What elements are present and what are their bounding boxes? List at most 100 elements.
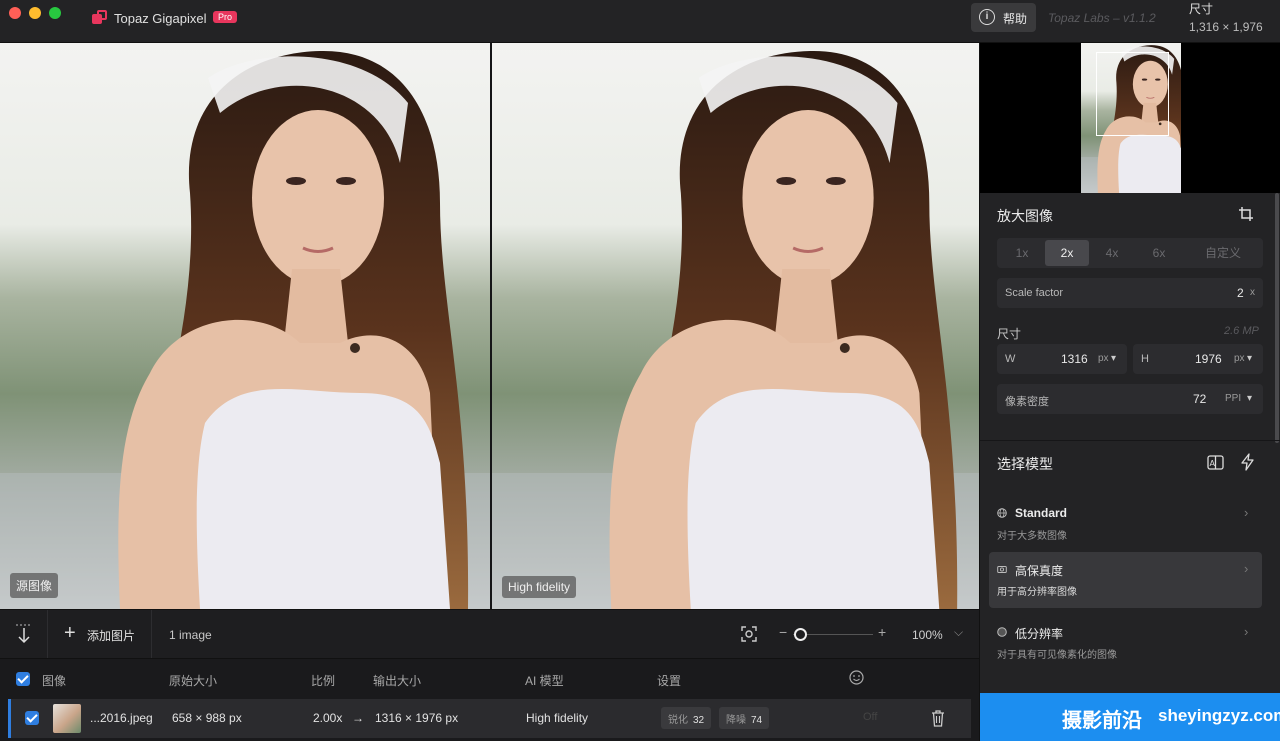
help-button[interactable]: i 帮助	[971, 3, 1036, 32]
table-row[interactable]: ...2016.jpeg 658 × 988 px 2.00x → 1316 ×…	[8, 699, 971, 738]
row-original-size: 658 × 988 px	[172, 711, 242, 725]
denoise-value: 74	[751, 715, 763, 726]
zoom-level: 100%	[912, 628, 943, 642]
row-filename: ...2016.jpeg	[90, 711, 153, 725]
col-header-image: 图像	[42, 674, 67, 688]
scale-factor-value: 2	[1237, 286, 1244, 300]
zoom-in-button[interactable]: +	[878, 624, 886, 640]
crop-icon[interactable]	[1238, 206, 1254, 222]
minimize-window-button[interactable]	[29, 7, 41, 19]
height-field[interactable]: H 1976 px ▾	[1133, 344, 1263, 374]
col-header-output: 输出大小	[373, 674, 422, 688]
close-window-button[interactable]	[9, 7, 21, 19]
width-field[interactable]: W 1316 px ▾	[997, 344, 1127, 374]
pixel-circle-icon	[997, 627, 1007, 637]
scale-factor-unit: x	[1250, 287, 1255, 298]
sharpen-value: 32	[693, 715, 705, 726]
height-unit[interactable]: px	[1234, 353, 1245, 364]
model-name: 低分辨率	[1015, 627, 1064, 641]
model-item-low-resolution[interactable]: 低分辨率 对于具有可见像素化的图像 ›	[989, 615, 1262, 671]
col-header-settings: 设置	[657, 674, 682, 688]
original-image-pane[interactable]: 源图像	[0, 43, 490, 609]
model-name: 高保真度	[1015, 564, 1064, 578]
scale-custom[interactable]: 自定义	[1187, 240, 1259, 266]
model-name: Standard	[1015, 506, 1068, 520]
row-checkbox[interactable]	[25, 711, 39, 725]
import-down-arrow-icon	[16, 624, 32, 644]
trash-icon[interactable]	[931, 709, 945, 727]
scale-factor-field[interactable]: Scale factor 2 x	[997, 278, 1263, 308]
ppi-field[interactable]: 像素密度 72 PPI ▾	[997, 384, 1263, 414]
ppi-unit[interactable]: PPI	[1225, 393, 1241, 404]
import-button[interactable]	[0, 610, 48, 658]
watermark-banner: 摄影前沿 sheyingzyz.com	[980, 693, 1280, 741]
navigator-viewport-box[interactable]	[1096, 52, 1169, 136]
zoom-window-button[interactable]	[49, 7, 61, 19]
row-arrow-icon: →	[352, 711, 364, 725]
model-section-title: 选择模型	[997, 456, 1053, 472]
scale-2x[interactable]: 2x	[1045, 240, 1089, 266]
scale-factor-label: Scale factor	[1005, 287, 1064, 299]
pro-badge: Pro	[213, 11, 238, 23]
zoom-dropdown-chevron-icon[interactable]: ⌵	[954, 625, 963, 640]
upscale-section-title: 放大图像	[997, 208, 1053, 224]
model-item-standard[interactable]: Standard 对于大多数图像 ›	[989, 496, 1262, 552]
preview-image	[492, 43, 979, 609]
app-version: Topaz Labs – v1.1.2	[1048, 11, 1156, 25]
chevron-right-icon: ›	[1244, 561, 1249, 576]
model-item-high-fidelity[interactable]: 高保真度 用于高分辨率图像 ›	[989, 552, 1262, 608]
auto-bolt-icon[interactable]	[1240, 453, 1255, 471]
app-logo-icon	[92, 10, 108, 26]
height-unit-chevron-icon[interactable]: ▾	[1247, 353, 1252, 364]
output-size-title: 尺寸	[1189, 2, 1214, 16]
plus-icon: +	[64, 622, 76, 644]
original-pane-label: 源图像	[10, 573, 59, 598]
sidebar-scrollbar[interactable]	[1275, 193, 1279, 443]
face-recovery-status: Off	[863, 711, 878, 723]
sharpen-setting: 锐化 32	[661, 707, 712, 729]
select-all-checkbox[interactable]	[16, 672, 30, 686]
watermark-url: sheyingzyz.com	[1158, 706, 1280, 725]
megapixels: 2.6 MP	[1224, 325, 1259, 337]
ppi-value: 72	[1193, 392, 1207, 406]
scale-4x[interactable]: 4x	[1090, 240, 1134, 266]
compare-models-icon[interactable]: A	[1207, 454, 1224, 471]
globe-icon	[997, 508, 1007, 518]
width-label: W	[1005, 353, 1016, 365]
file-table: 图像 原始大小 比例 输出大小 AI 模型 设置 ...2016.jpeg 65…	[0, 658, 979, 741]
info-icon: i	[979, 9, 995, 25]
col-header-model: AI 模型	[525, 674, 564, 688]
fit-to-screen-icon[interactable]	[740, 625, 758, 643]
zoom-out-button[interactable]: −	[779, 624, 787, 640]
sharpen-label: 锐化	[668, 715, 688, 726]
preview-pane-label: High fidelity	[502, 576, 577, 598]
bottom-toolbar: + 添加图片 1 image − + 100% ⌵	[0, 609, 979, 658]
add-image-label: 添加图片	[87, 629, 136, 643]
chevron-right-icon: ›	[1244, 624, 1249, 639]
dimension-title: 尺寸	[997, 327, 1022, 341]
ppi-unit-chevron-icon[interactable]: ▾	[1247, 393, 1252, 404]
image-count: 1 image	[169, 628, 212, 642]
row-output-size: 1316 × 1976 px	[375, 711, 459, 725]
section-divider	[980, 440, 1280, 441]
right-sidebar: 放大图像 1x 2x 4x 6x 自定义 Scale factor 2 x 尺寸…	[979, 43, 1280, 741]
height-value: 1976	[1195, 352, 1222, 366]
app-name: Topaz Gigapixel	[114, 11, 207, 26]
scale-1x[interactable]: 1x	[1000, 240, 1044, 266]
model-desc: 对于大多数图像	[997, 531, 1067, 542]
zoom-slider-handle[interactable]	[794, 628, 807, 641]
output-size-value: 1,316 × 1,976	[1189, 20, 1263, 34]
add-image-button[interactable]: + 添加图片	[48, 610, 152, 658]
scale-6x[interactable]: 6x	[1137, 240, 1181, 266]
denoise-label: 降噪	[726, 715, 746, 726]
ppi-label: 像素密度	[1005, 396, 1049, 408]
title-bar: Topaz Gigapixel Pro i 帮助 Topaz Labs – v1…	[0, 0, 1280, 43]
face-recovery-icon	[849, 670, 864, 685]
width-unit[interactable]: px	[1098, 353, 1109, 364]
navigator-preview[interactable]	[980, 43, 1280, 193]
svg-text:A: A	[1210, 459, 1216, 468]
width-unit-chevron-icon[interactable]: ▾	[1111, 353, 1116, 364]
col-header-ratio: 比例	[311, 674, 336, 688]
model-desc: 用于高分辨率图像	[997, 587, 1077, 598]
preview-image-pane[interactable]: High fidelity	[492, 43, 979, 609]
